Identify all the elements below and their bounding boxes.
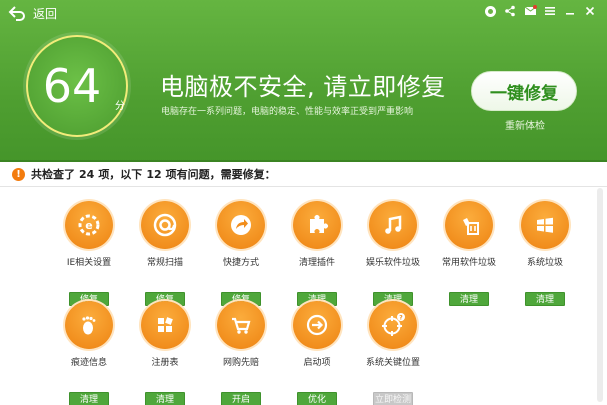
item-label: 常用软件垃圾 xyxy=(441,258,496,268)
item-traces: 痕迹信息 清理 xyxy=(51,301,127,405)
item-system-junk: 系统垃圾 清理 xyxy=(507,201,583,306)
item-label: 网购先赔 xyxy=(222,358,259,368)
item-label: 清理插件 xyxy=(298,258,335,268)
item-ie-settings: e IE相关设置 修复 xyxy=(51,201,127,306)
item-label: 启动项 xyxy=(303,358,331,368)
fix-items-grid: e IE相关设置 修复 常规扫描 修复 快捷方式 修复 清理插件 清理 娱乐软件… xyxy=(0,0,607,405)
item-label: 系统关键位置 xyxy=(365,358,420,368)
item-key-locations: ? 系统关键位置 立即检测 xyxy=(355,301,431,405)
item-registry: 注册表 清理 xyxy=(127,301,203,405)
scan-icon xyxy=(141,201,189,249)
svg-text:?: ? xyxy=(399,315,403,322)
item-label: 注册表 xyxy=(151,358,179,368)
item-software-junk: 常用软件垃圾 清理 xyxy=(431,201,507,306)
item-shopping-protection: 网购先赔 开启 xyxy=(203,301,279,405)
item-label: 常规扫描 xyxy=(146,258,183,268)
clean-button[interactable]: 清理 xyxy=(449,292,489,306)
item-label: 痕迹信息 xyxy=(70,358,107,368)
clean-button[interactable]: 清理 xyxy=(525,292,565,306)
item-entertainment-junk: 娱乐软件垃圾 清理 xyxy=(355,201,431,306)
detect-now-button[interactable]: 立即检测 xyxy=(373,392,413,405)
item-regular-scan: 常规扫描 修复 xyxy=(127,201,203,306)
svg-text:e: e xyxy=(85,219,92,232)
item-startup: 启动项 优化 xyxy=(279,301,355,405)
item-shortcuts: 快捷方式 修复 xyxy=(203,201,279,306)
app-window: 返回 64 分 电脑极不安全, 请立即修复 电脑存在一系列问题，电脑的稳定、性能… xyxy=(0,0,607,405)
target-icon: ? xyxy=(369,301,417,349)
item-clean-plugins: 清理插件 清理 xyxy=(279,201,355,306)
clean-button[interactable]: 清理 xyxy=(69,392,109,405)
cart-icon xyxy=(217,301,265,349)
item-label: IE相关设置 xyxy=(66,258,112,268)
software-trash-icon xyxy=(445,201,493,249)
startup-icon xyxy=(293,301,341,349)
ie-gear-icon: e xyxy=(65,201,113,249)
registry-icon xyxy=(141,301,189,349)
item-label: 系统垃圾 xyxy=(526,258,563,268)
enable-button[interactable]: 开启 xyxy=(221,392,261,405)
music-icon xyxy=(369,201,417,249)
footprint-icon xyxy=(65,301,113,349)
optimize-button[interactable]: 优化 xyxy=(297,392,337,405)
windows-icon xyxy=(521,201,569,249)
clean-button[interactable]: 清理 xyxy=(145,392,185,405)
shortcut-icon xyxy=(217,201,265,249)
item-label: 娱乐软件垃圾 xyxy=(365,258,420,268)
puzzle-icon xyxy=(293,201,341,249)
item-label: 快捷方式 xyxy=(222,258,259,268)
